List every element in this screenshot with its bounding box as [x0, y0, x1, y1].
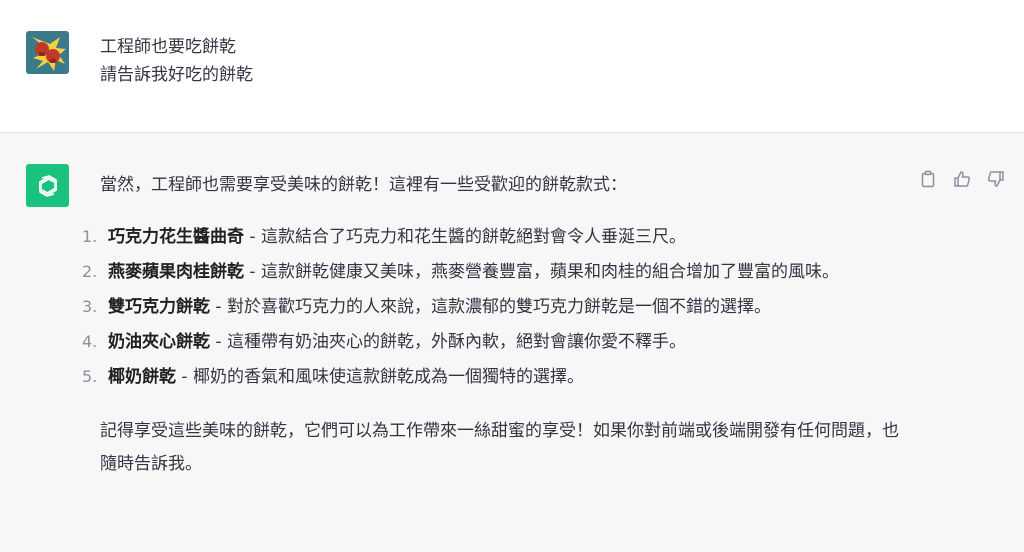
- list-number: 5.: [82, 367, 98, 386]
- assistant-closing: 記得享受這些美味的餅乾，它們可以為工作帶來一絲甜蜜的享受！如果你對前端或後端開發…: [100, 421, 899, 474]
- thumbs-down-icon[interactable]: [986, 169, 1006, 189]
- list-number: 2.: [82, 262, 98, 281]
- item-description: - 椰奶的香氣和風味使這款餅乾成為一個獨特的選擇。: [176, 367, 584, 387]
- list-item: 2. 燕麥蘋果肉桂餅乾 - 這款餅乾健康又美味，燕麥營養豐富，蘋果和肉桂的組合增加…: [82, 256, 893, 288]
- list-item: 5. 椰奶餅乾 - 椰奶的香氣和風味使這款餅乾成為一個獨特的選擇。: [82, 361, 893, 393]
- message-actions: [918, 169, 1006, 189]
- list-item: 4. 奶油夾心餅乾 - 這種帶有奶油夾心的餅乾，外酥內軟，絕對會讓你愛不釋手。: [82, 326, 893, 358]
- item-title: 雙巧克力餅乾: [108, 297, 210, 317]
- item-title: 奶油夾心餅乾: [108, 332, 210, 352]
- list-item: 1. 巧克力花生醬曲奇 - 這款結合了巧克力和花生醬的餅乾絕對會令人垂涎三尺。: [82, 221, 893, 253]
- thumbs-up-icon[interactable]: [952, 169, 972, 189]
- user-message-row: 工程師也要吃餅乾 請告訴我好吃的餅乾: [0, 0, 1024, 133]
- list-number: 4.: [82, 332, 98, 351]
- user-message-text: 工程師也要吃餅乾 請告訴我好吃的餅乾: [100, 33, 253, 89]
- assistant-message-row: 當然，工程師也需要享受美味的餅乾！這裡有一些受歡迎的餅乾款式： 1. 巧克力花生醬…: [0, 133, 1024, 552]
- user-message-line: 請告訴我好吃的餅乾: [100, 65, 253, 85]
- user-message-line: 工程師也要吃餅乾: [100, 37, 236, 57]
- chatgpt-logo-icon: [26, 164, 69, 207]
- list-number: 1.: [82, 227, 98, 246]
- item-title: 椰奶餅乾: [108, 367, 176, 387]
- item-description: - 對於喜歡巧克力的人來說，這款濃郁的雙巧克力餅乾是一個不錯的選擇。: [210, 297, 771, 317]
- list-number: 3.: [82, 297, 98, 316]
- item-title: 巧克力花生醬曲奇: [108, 227, 244, 247]
- clipboard-icon[interactable]: [918, 169, 938, 189]
- cookie-list: 1. 巧克力花生醬曲奇 - 這款結合了巧克力和花生醬的餅乾絕對會令人垂涎三尺。 2…: [82, 221, 900, 393]
- item-description: - 這種帶有奶油夾心的餅乾，外酥內軟，絕對會讓你愛不釋手。: [210, 332, 686, 352]
- item-title: 燕麥蘋果肉桂餅乾: [108, 262, 244, 282]
- assistant-message-body: 當然，工程師也需要享受美味的餅乾！這裡有一些受歡迎的餅乾款式： 1. 巧克力花生醬…: [82, 169, 900, 481]
- assistant-intro: 當然，工程師也需要享受美味的餅乾！這裡有一些受歡迎的餅乾款式：: [100, 175, 627, 195]
- user-avatar: [26, 31, 69, 74]
- item-description: - 這款結合了巧克力和花生醬的餅乾絕對會令人垂涎三尺。: [244, 227, 686, 247]
- list-item: 3. 雙巧克力餅乾 - 對於喜歡巧克力的人來說，這款濃郁的雙巧克力餅乾是一個不錯的…: [82, 291, 893, 323]
- item-description: - 這款餅乾健康又美味，燕麥營養豐富，蘋果和肉桂的組合增加了豐富的風味。: [244, 262, 839, 282]
